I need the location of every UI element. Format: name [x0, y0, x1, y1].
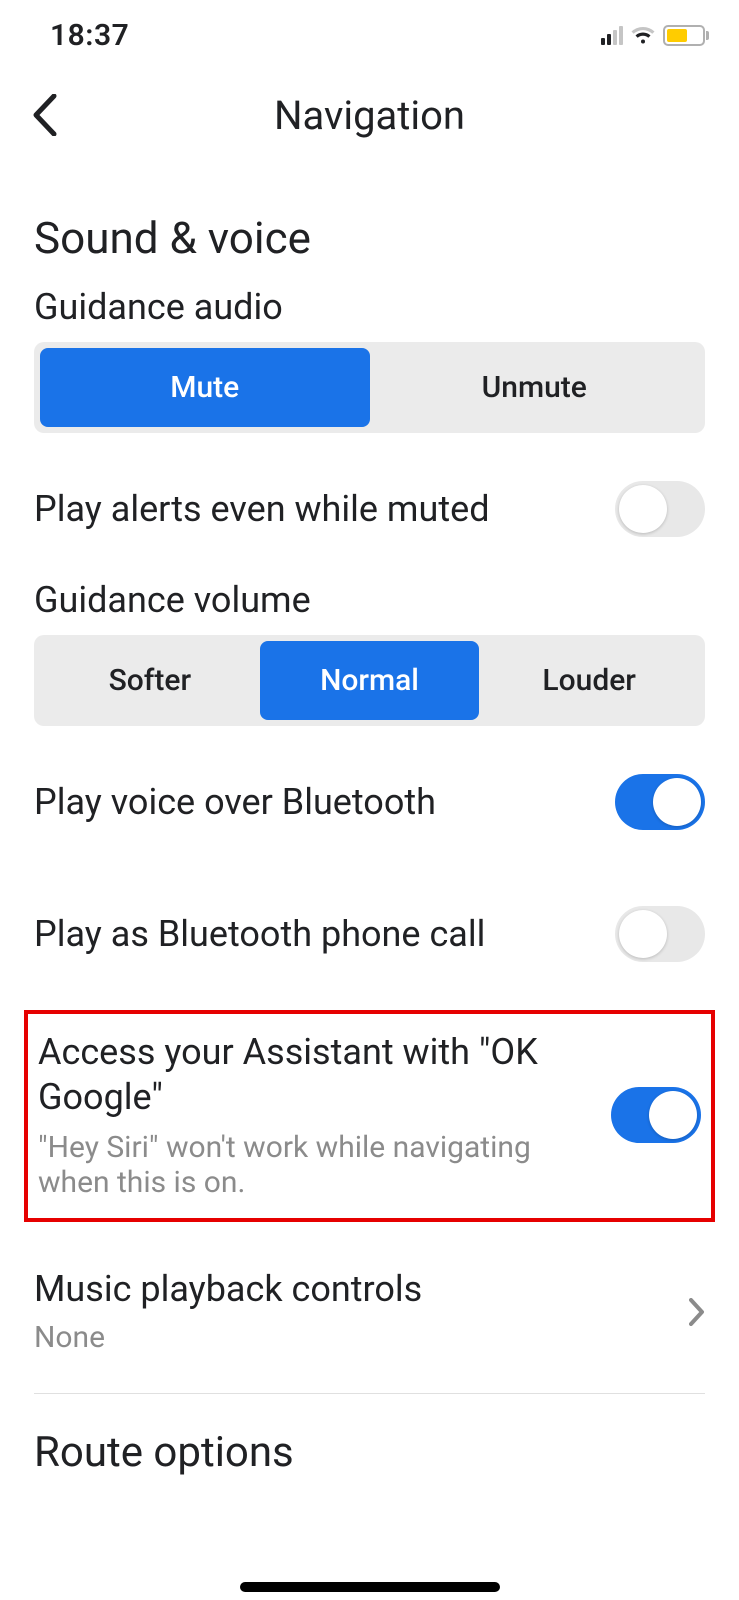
battery-icon [663, 25, 709, 46]
bluetooth-voice-row: Play voice over Bluetooth [34, 736, 705, 868]
guidance-audio-mute[interactable]: Mute [40, 348, 370, 427]
volume-louder[interactable]: Louder [479, 641, 699, 720]
music-playback-label: Music playback controls [34, 1268, 669, 1310]
status-indicators [601, 25, 709, 46]
home-indicator[interactable] [240, 1582, 500, 1592]
guidance-audio-label: Guidance audio [34, 286, 705, 328]
bluetooth-call-row: Play as Bluetooth phone call [34, 868, 705, 1000]
chevron-right-icon [689, 1298, 705, 1326]
volume-normal[interactable]: Normal [260, 641, 480, 720]
play-alerts-row: Play alerts even while muted [34, 443, 705, 575]
route-options-section-title: Route options [34, 1428, 705, 1477]
assistant-sublabel: "Hey Siri" won't work while navigating w… [38, 1130, 593, 1200]
page-title: Navigation [274, 92, 465, 139]
settings-content: Sound & voice Guidance audio Mute Unmute… [0, 212, 739, 1477]
guidance-audio-segmented: Mute Unmute [34, 342, 705, 433]
assistant-highlight-box: Access your Assistant with "OK Google" "… [24, 1010, 715, 1222]
guidance-volume-segmented: Softer Normal Louder [34, 635, 705, 726]
assistant-toggle[interactable] [611, 1087, 701, 1143]
guidance-volume-label: Guidance volume [34, 579, 705, 621]
status-time: 18:37 [50, 18, 129, 53]
play-alerts-toggle[interactable] [615, 481, 705, 537]
guidance-audio-unmute[interactable]: Unmute [370, 348, 700, 427]
back-button[interactable] [20, 90, 70, 140]
wifi-icon [631, 25, 655, 45]
bluetooth-voice-label: Play voice over Bluetooth [34, 781, 436, 823]
bluetooth-call-label: Play as Bluetooth phone call [34, 913, 485, 955]
page-header: Navigation [0, 60, 739, 170]
sound-voice-section-title: Sound & voice [34, 212, 705, 264]
play-alerts-label: Play alerts even while muted [34, 488, 490, 530]
chevron-left-icon [32, 94, 58, 136]
volume-softer[interactable]: Softer [40, 641, 260, 720]
music-playback-row[interactable]: Music playback controls None [34, 1240, 705, 1394]
cellular-signal-icon [601, 25, 623, 45]
assistant-label: Access your Assistant with "OK Google" [38, 1030, 593, 1120]
bluetooth-call-toggle[interactable] [615, 906, 705, 962]
bluetooth-voice-toggle[interactable] [615, 774, 705, 830]
status-bar: 18:37 [0, 0, 739, 60]
assistant-row: Access your Assistant with "OK Google" "… [38, 1030, 701, 1200]
music-playback-value: None [34, 1320, 669, 1355]
